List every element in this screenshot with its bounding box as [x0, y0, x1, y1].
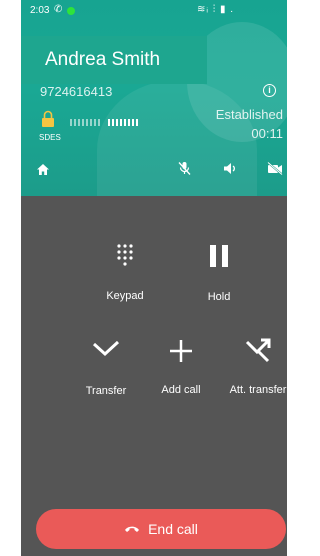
att-transfer-label: Att. transfer	[229, 384, 287, 396]
speaker-icon[interactable]	[223, 162, 238, 175]
info-icon[interactable]: i	[263, 84, 276, 97]
security-label: SDES	[39, 133, 61, 142]
quality-bar-group	[108, 119, 138, 126]
signal-quality-bars	[70, 119, 146, 126]
pause-icon	[210, 245, 228, 267]
hold-button[interactable]: Hold	[189, 245, 249, 303]
hang-up-icon	[125, 526, 140, 532]
home-icon[interactable]	[36, 163, 50, 176]
caller-name: Andrea Smith	[45, 49, 161, 70]
attended-transfer-icon	[245, 338, 271, 363]
call-screen: 2:03 ✆ ≋ᵢ ⫶ ▮ . Andrea Smith 9724616413 …	[21, 0, 287, 556]
call-duration: 00:11	[251, 126, 283, 141]
add-call-button[interactable]: Add call	[151, 339, 211, 396]
transfer-label: Transfer	[85, 385, 127, 397]
call-header: 2:03 ✆ ≋ᵢ ⫶ ▮ . Andrea Smith 9724616413 …	[21, 0, 287, 196]
hold-label: Hold	[207, 291, 231, 303]
mic-indicator-icon	[67, 7, 75, 15]
add-call-label: Add call	[161, 384, 201, 396]
mute-mic-icon[interactable]	[178, 161, 191, 176]
quality-bar-group	[70, 119, 100, 126]
transfer-button[interactable]: Transfer	[76, 339, 136, 397]
dialpad-icon	[117, 244, 133, 266]
end-call-button[interactable]: End call	[36, 509, 286, 549]
transfer-icon	[92, 340, 120, 357]
phone-call-icon: ✆	[54, 4, 63, 15]
add-icon	[170, 340, 192, 362]
video-off-icon[interactable]	[267, 162, 283, 175]
signal-battery-icons: ≋ᵢ ⫶ ▮ .	[197, 4, 235, 15]
status-bar: 2:03 ✆ ≋ᵢ ⫶ ▮ .	[21, 0, 287, 22]
lock-icon	[42, 110, 54, 127]
call-state: Established	[215, 107, 283, 122]
keypad-label: Keypad	[106, 290, 144, 302]
status-time: 2:03	[30, 5, 50, 16]
attended-transfer-button[interactable]: Att. transfer	[221, 337, 287, 396]
caller-number: 9724616413	[40, 84, 113, 99]
end-call-label: End call	[148, 521, 198, 537]
keypad-button[interactable]: Keypad	[95, 243, 155, 302]
